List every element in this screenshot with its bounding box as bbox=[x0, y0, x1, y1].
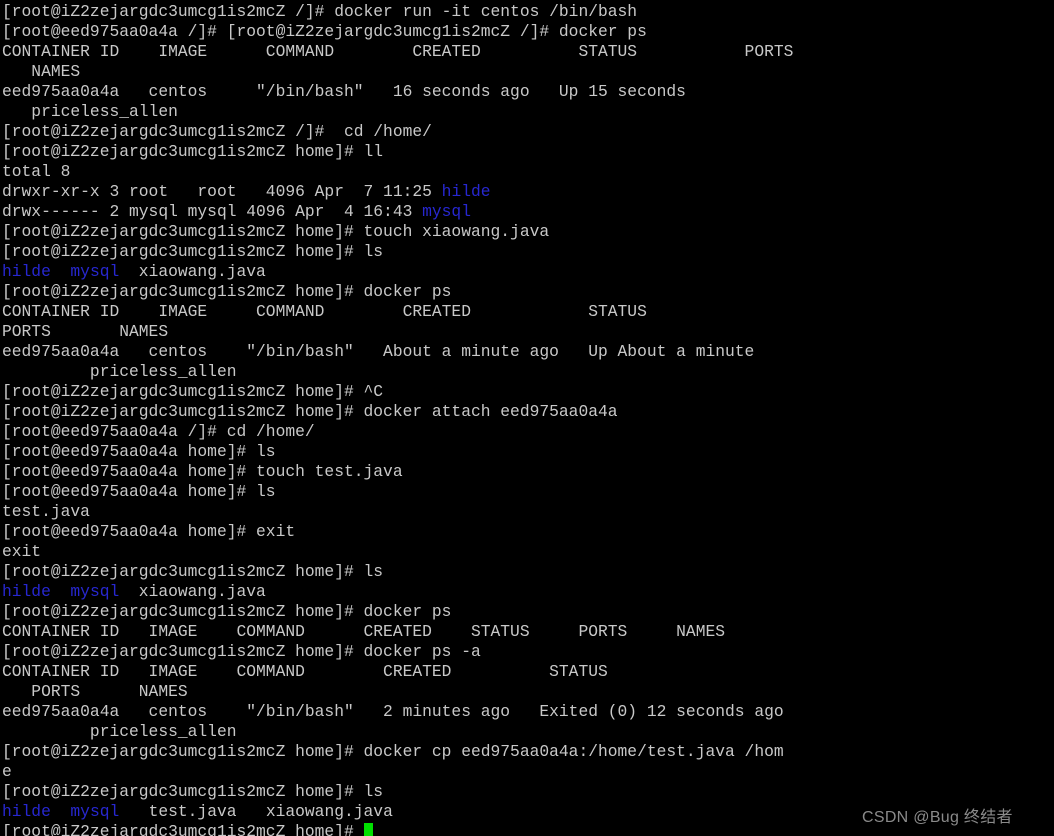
terminal-text: [root@iZ2zejargdc3umcg1is2mcZ home]# doc… bbox=[2, 282, 452, 301]
terminal-text: PORTS NAMES bbox=[2, 322, 169, 341]
terminal-line: e bbox=[2, 762, 1054, 782]
terminal-text: e bbox=[2, 762, 12, 781]
watermark-label: CSDN @Bug 终结者 bbox=[862, 809, 1013, 826]
terminal-line: [root@eed975aa0a4a home]# ls bbox=[2, 442, 1054, 462]
terminal-line: exit bbox=[2, 542, 1054, 562]
terminal-text: drwx------ 2 mysql mysql 4096 Apr 4 16:4… bbox=[2, 202, 423, 221]
terminal-text: [root@iZ2zejargdc3umcg1is2mcZ home]# ll bbox=[2, 142, 384, 161]
terminal-text: [root@iZ2zejargdc3umcg1is2mcZ home]# ls bbox=[2, 782, 384, 801]
terminal-line: test.java bbox=[2, 502, 1054, 522]
terminal-line: CONTAINER ID IMAGE COMMAND CREATED STATU… bbox=[2, 42, 1054, 62]
terminal-line: [root@iZ2zejargdc3umcg1is2mcZ home]# tou… bbox=[2, 222, 1054, 242]
terminal-text: PORTS NAMES bbox=[2, 682, 188, 701]
directory-name: mysql bbox=[70, 582, 120, 601]
terminal-line: hilde mysql xiaowang.java bbox=[2, 262, 1054, 282]
terminal-text: [root@eed975aa0a4a home]# ls bbox=[2, 442, 276, 461]
directory-name: mysql bbox=[422, 202, 471, 221]
terminal-line: priceless_allen bbox=[2, 362, 1054, 382]
terminal-line: eed975aa0a4a centos "/bin/bash" 2 minute… bbox=[2, 702, 1054, 722]
terminal-line: [root@iZ2zejargdc3umcg1is2mcZ home]# doc… bbox=[2, 282, 1054, 302]
terminal-line: eed975aa0a4a centos "/bin/bash" 16 secon… bbox=[2, 82, 1054, 102]
terminal-text: eed975aa0a4a centos "/bin/bash" About a … bbox=[2, 342, 755, 361]
terminal-text: drwxr-xr-x 3 root root 4096 Apr 7 11:25 bbox=[2, 182, 442, 201]
terminal-line: drwx------ 2 mysql mysql 4096 Apr 4 16:4… bbox=[2, 202, 1054, 222]
terminal-text: priceless_allen bbox=[2, 362, 237, 381]
directory-name: mysql bbox=[70, 802, 120, 821]
terminal-line: PORTS NAMES bbox=[2, 682, 1054, 702]
terminal-line: priceless_allen bbox=[2, 102, 1054, 122]
terminal-line: [root@eed975aa0a4a /]# [root@iZ2zejargdc… bbox=[2, 22, 1054, 42]
directory-name: hilde bbox=[441, 182, 491, 201]
terminal-line: CONTAINER ID IMAGE COMMAND CREATED STATU… bbox=[2, 302, 1054, 322]
terminal-text: [root@iZ2zejargdc3umcg1is2mcZ home]# ^C bbox=[2, 382, 384, 401]
directory-name: hilde bbox=[2, 802, 51, 821]
terminal-line: [root@iZ2zejargdc3umcg1is2mcZ home]# ls bbox=[2, 562, 1054, 582]
terminal-line: [root@iZ2zejargdc3umcg1is2mcZ /]# docker… bbox=[2, 2, 1054, 22]
terminal-line: hilde mysql xiaowang.java bbox=[2, 582, 1054, 602]
terminal-text: [root@iZ2zejargdc3umcg1is2mcZ home]# tou… bbox=[2, 222, 550, 241]
terminal-line: priceless_allen bbox=[2, 722, 1054, 742]
terminal-line: PORTS NAMES bbox=[2, 322, 1054, 342]
terminal-text: eed975aa0a4a centos "/bin/bash" 2 minute… bbox=[2, 702, 784, 721]
terminal-line: [root@iZ2zejargdc3umcg1is2mcZ home]# ls bbox=[2, 782, 1054, 802]
terminal-line: [root@eed975aa0a4a /]# cd /home/ bbox=[2, 422, 1054, 442]
terminal-text: [root@iZ2zejargdc3umcg1is2mcZ /]# cd /ho… bbox=[2, 122, 432, 141]
terminal-window[interactable]: [root@iZ2zejargdc3umcg1is2mcZ /]# docker… bbox=[0, 0, 1054, 836]
terminal-line: [root@iZ2zejargdc3umcg1is2mcZ home]# ll bbox=[2, 142, 1054, 162]
terminal-text: CONTAINER ID IMAGE COMMAND CREATED STATU… bbox=[2, 42, 794, 61]
terminal-text: eed975aa0a4a centos "/bin/bash" 16 secon… bbox=[2, 82, 686, 101]
terminal-line: [root@iZ2zejargdc3umcg1is2mcZ home]# ^C bbox=[2, 382, 1054, 402]
terminal-output[interactable]: [root@iZ2zejargdc3umcg1is2mcZ /]# docker… bbox=[2, 2, 1054, 836]
terminal-text: [root@eed975aa0a4a home]# exit bbox=[2, 522, 296, 541]
terminal-text: [root@iZ2zejargdc3umcg1is2mcZ /]# docker… bbox=[2, 2, 638, 21]
terminal-text: [root@iZ2zejargdc3umcg1is2mcZ home]# doc… bbox=[2, 402, 618, 421]
text-cursor bbox=[363, 823, 374, 836]
terminal-text: [root@iZ2zejargdc3umcg1is2mcZ home]# bbox=[2, 822, 364, 836]
terminal-line: CONTAINER ID IMAGE COMMAND CREATED STATU… bbox=[2, 622, 1054, 642]
terminal-text: [root@iZ2zejargdc3umcg1is2mcZ home]# doc… bbox=[2, 602, 452, 621]
terminal-line: [root@iZ2zejargdc3umcg1is2mcZ home]# doc… bbox=[2, 642, 1054, 662]
terminal-text: xiaowang.java bbox=[119, 582, 266, 601]
terminal-text: exit bbox=[2, 542, 42, 561]
terminal-text: [root@iZ2zejargdc3umcg1is2mcZ home]# doc… bbox=[2, 742, 784, 761]
directory-name: mysql bbox=[70, 262, 120, 281]
terminal-text: xiaowang.java bbox=[119, 262, 266, 281]
terminal-line: eed975aa0a4a centos "/bin/bash" About a … bbox=[2, 342, 1054, 362]
terminal-text: CONTAINER ID IMAGE COMMAND CREATED STATU… bbox=[2, 662, 608, 681]
terminal-text: [root@iZ2zejargdc3umcg1is2mcZ home]# ls bbox=[2, 242, 384, 261]
terminal-text: [root@eed975aa0a4a home]# touch test.jav… bbox=[2, 462, 403, 481]
terminal-line: total 8 bbox=[2, 162, 1054, 182]
terminal-line: drwxr-xr-x 3 root root 4096 Apr 7 11:25 … bbox=[2, 182, 1054, 202]
terminal-line: NAMES bbox=[2, 62, 1054, 82]
terminal-line: [root@iZ2zejargdc3umcg1is2mcZ home]# doc… bbox=[2, 742, 1054, 762]
directory-name: hilde bbox=[2, 262, 51, 281]
terminal-line: [root@iZ2zejargdc3umcg1is2mcZ /]# cd /ho… bbox=[2, 122, 1054, 142]
terminal-line: [root@iZ2zejargdc3umcg1is2mcZ home]# doc… bbox=[2, 602, 1054, 622]
terminal-line: [root@eed975aa0a4a home]# exit bbox=[2, 522, 1054, 542]
terminal-line: [root@eed975aa0a4a home]# touch test.jav… bbox=[2, 462, 1054, 482]
terminal-text: NAMES bbox=[2, 62, 81, 81]
terminal-text: [root@eed975aa0a4a home]# ls bbox=[2, 482, 276, 501]
terminal-text: CONTAINER ID IMAGE COMMAND CREATED STATU… bbox=[2, 622, 726, 641]
terminal-text: [root@eed975aa0a4a /]# cd /home/ bbox=[2, 422, 315, 441]
terminal-text: test.java bbox=[2, 502, 90, 521]
terminal-text: test.java xiaowang.java bbox=[119, 802, 393, 821]
terminal-text: total 8 bbox=[2, 162, 71, 181]
terminal-text: [root@iZ2zejargdc3umcg1is2mcZ home]# ls bbox=[2, 562, 384, 581]
terminal-line: [root@iZ2zejargdc3umcg1is2mcZ home]# ls bbox=[2, 242, 1054, 262]
terminal-text: priceless_allen bbox=[2, 102, 178, 121]
terminal-line: [root@iZ2zejargdc3umcg1is2mcZ home]# doc… bbox=[2, 402, 1054, 422]
terminal-line: CONTAINER ID IMAGE COMMAND CREATED STATU… bbox=[2, 662, 1054, 682]
terminal-line: [root@eed975aa0a4a home]# ls bbox=[2, 482, 1054, 502]
terminal-text: [root@eed975aa0a4a /]# [root@iZ2zejargdc… bbox=[2, 22, 647, 41]
terminal-text: priceless_allen bbox=[2, 722, 237, 741]
terminal-text: CONTAINER ID IMAGE COMMAND CREATED STATU… bbox=[2, 302, 647, 321]
terminal-text: [root@iZ2zejargdc3umcg1is2mcZ home]# doc… bbox=[2, 642, 481, 661]
directory-name: hilde bbox=[2, 582, 51, 601]
